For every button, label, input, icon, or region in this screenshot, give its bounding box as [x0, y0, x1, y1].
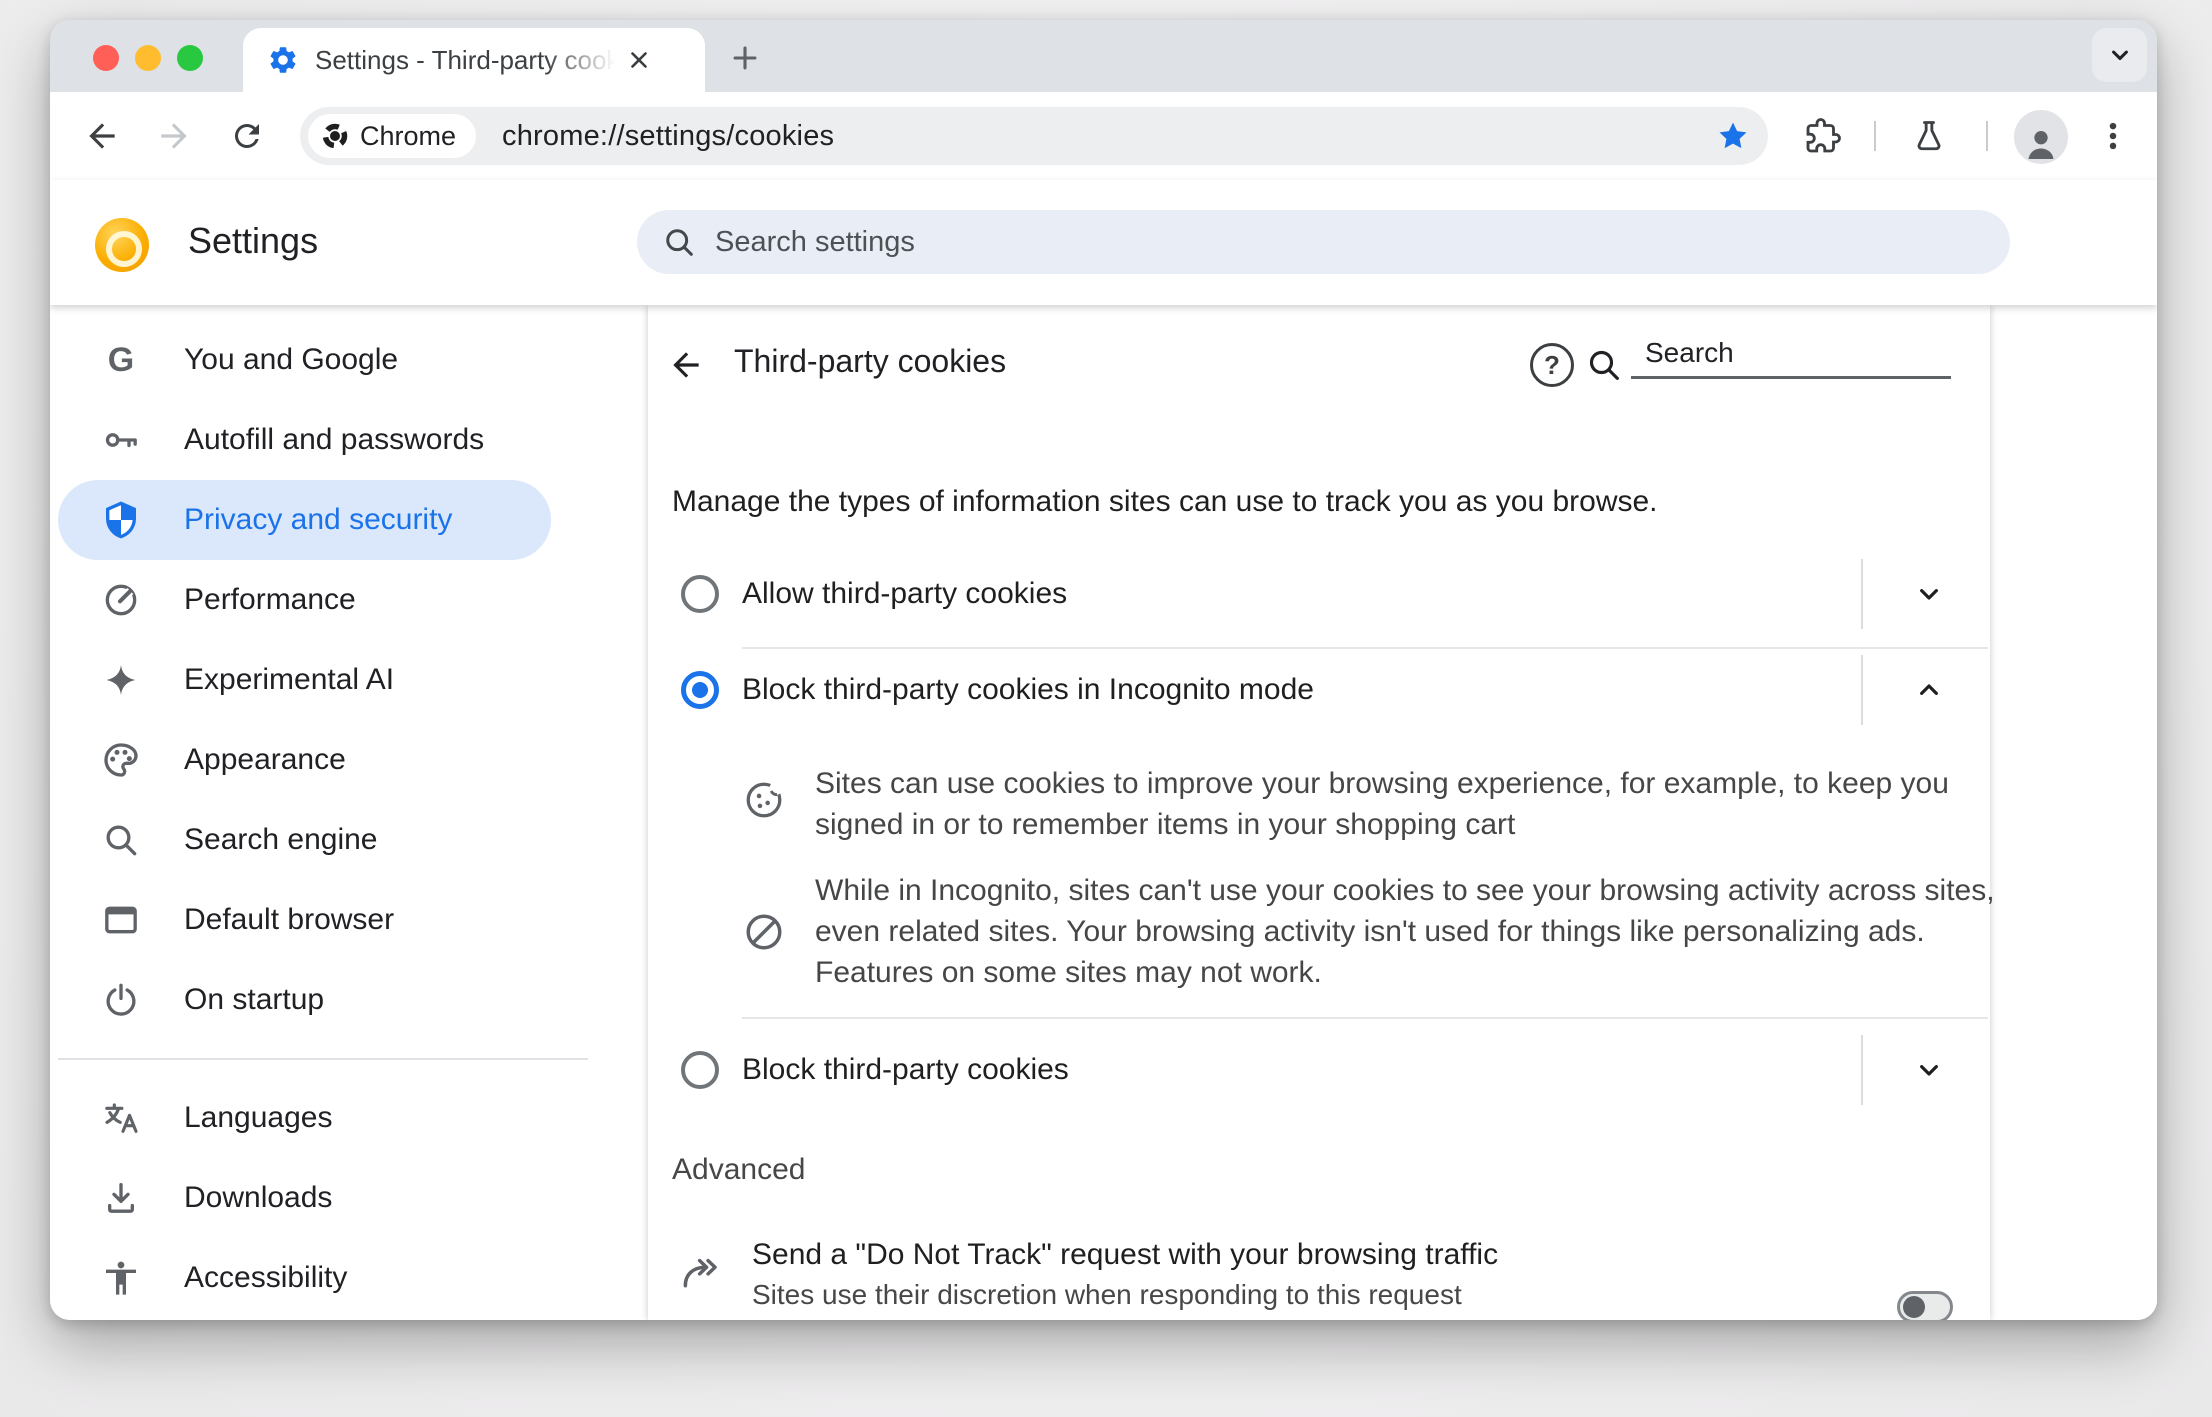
palette-icon [101, 740, 141, 780]
browser-toolbar: Chrome chrome://settings/cookies [50, 92, 2157, 180]
translate-icon [101, 1098, 141, 1138]
address-bar[interactable]: Chrome chrome://settings/cookies [300, 107, 1768, 165]
sidebar-item-default-browser[interactable]: Default browser [58, 880, 551, 960]
chrome-canary-logo-icon [95, 218, 149, 272]
google-g-icon: G [107, 340, 135, 379]
toolbar-divider [1874, 121, 1876, 151]
chrome-logo-icon [320, 121, 350, 151]
shield-icon [101, 500, 141, 540]
help-icon[interactable]: ? [1530, 343, 1574, 387]
cookies-settings-panel: Third-party cookies ? Search Manage the … [648, 305, 1995, 1320]
sidebar-item-you-and-google[interactable]: G You and Google [58, 320, 551, 400]
page-title: Third-party cookies [734, 343, 1007, 379]
menu-dots-icon[interactable] [2091, 114, 2135, 158]
radio-label[interactable]: Block third-party cookies in Incognito m… [742, 673, 1314, 707]
description-text: Sites can use cookies to improve your br… [815, 767, 1949, 841]
bookmark-star-icon[interactable] [1716, 119, 1750, 153]
zoom-window-button[interactable] [177, 45, 203, 71]
tab-search-button[interactable] [2092, 28, 2147, 82]
row-divider [1861, 1035, 1863, 1105]
do-not-track-icon [678, 1250, 722, 1294]
sparkle-icon [101, 660, 141, 700]
key-icon [101, 420, 141, 460]
active-tab[interactable]: Settings - Third-party cookies [243, 28, 705, 92]
separator [742, 647, 1988, 649]
dnt-toggle[interactable] [1897, 1291, 1953, 1320]
chevron-down-icon[interactable] [1907, 572, 1951, 616]
extensions-icon[interactable] [1801, 114, 1845, 158]
separator [742, 1017, 1988, 1019]
row-divider [1861, 655, 1863, 725]
new-tab-button[interactable] [723, 36, 767, 80]
power-icon [101, 980, 141, 1020]
site-chip[interactable]: Chrome [308, 114, 477, 158]
radio-label[interactable]: Block third-party cookies [742, 1053, 1069, 1087]
advanced-section-heading: Advanced [672, 1153, 806, 1186]
reload-icon[interactable] [225, 114, 269, 158]
sidebar-item-appearance[interactable]: Appearance [58, 720, 551, 800]
radio-1[interactable] [681, 671, 719, 709]
url-text[interactable]: chrome://settings/cookies [502, 120, 834, 153]
labs-flask-icon[interactable] [1907, 114, 1951, 158]
radio-0[interactable] [681, 575, 719, 613]
tab-title: Settings - Third-party cookies [315, 42, 615, 78]
browser-window: Settings - Third-party cookies [50, 20, 2157, 1320]
sidebar-item-autofill[interactable]: Autofill and passwords [58, 400, 551, 480]
sidebar-item-on-startup[interactable]: On startup [58, 960, 551, 1040]
back-icon[interactable] [80, 114, 124, 158]
radio-label[interactable]: Allow third-party cookies [742, 577, 1067, 611]
sidebar-item-search-engine[interactable]: Search engine [58, 800, 551, 880]
search-icon [1584, 345, 1624, 385]
sidebar-item-performance[interactable]: Performance [58, 560, 551, 640]
forward-icon[interactable] [152, 114, 196, 158]
description-text: While in Incognito, sites can't use your… [815, 874, 1995, 989]
browser-window-icon [101, 900, 141, 940]
sidebar-item-privacy-and-security[interactable]: Privacy and security [58, 480, 551, 560]
dnt-title: Send a "Do Not Track" request with your … [752, 1238, 1499, 1271]
speedometer-icon [101, 580, 141, 620]
chevron-down-icon[interactable] [1907, 1048, 1951, 1092]
toolbar-divider [1986, 121, 1988, 151]
site-chip-label: Chrome [360, 120, 457, 151]
tab-close-icon[interactable] [621, 42, 657, 78]
download-icon [101, 1178, 141, 1218]
settings-main: G You and Google Autofill and passwords [50, 305, 2157, 1320]
page-search-input[interactable]: Search [1631, 333, 1951, 379]
dnt-subtitle: Sites use their discretion when respondi… [752, 1279, 1462, 1310]
sidebar-divider [58, 1058, 588, 1060]
settings-search-placeholder: Search settings [715, 225, 915, 258]
tab-strip: Settings - Third-party cookies [50, 20, 2157, 92]
settings-sidebar: G You and Google Autofill and passwords [50, 305, 648, 1320]
chevron-up-icon[interactable] [1907, 668, 1951, 712]
sidebar-item-accessibility[interactable]: Accessibility [58, 1238, 551, 1318]
settings-search-input[interactable]: Search settings [637, 210, 2010, 274]
sidebar-item-downloads[interactable]: Downloads [58, 1158, 551, 1238]
settings-gear-icon [267, 44, 299, 76]
settings-page-title: Settings [188, 220, 319, 261]
accessibility-icon [101, 1258, 141, 1298]
profile-avatar[interactable] [2014, 110, 2068, 164]
content-right-gutter [1990, 305, 2157, 1320]
search-icon [661, 224, 697, 260]
blocked-icon [742, 910, 786, 954]
settings-header: Settings Search settings [50, 180, 2157, 305]
tab-title-fade [545, 42, 615, 78]
sidebar-item-experimental-ai[interactable]: Experimental AI [58, 640, 551, 720]
sidebar-item-languages[interactable]: Languages [58, 1078, 551, 1158]
row-divider [1861, 559, 1863, 629]
minimize-window-button[interactable] [135, 45, 161, 71]
cookie-icon [742, 778, 786, 822]
intro-text: Manage the types of information sites ca… [672, 485, 1658, 518]
back-arrow-icon[interactable] [664, 343, 708, 387]
magnifier-icon [101, 820, 141, 860]
radio-2[interactable] [681, 1051, 719, 1089]
close-window-button[interactable] [93, 45, 119, 71]
